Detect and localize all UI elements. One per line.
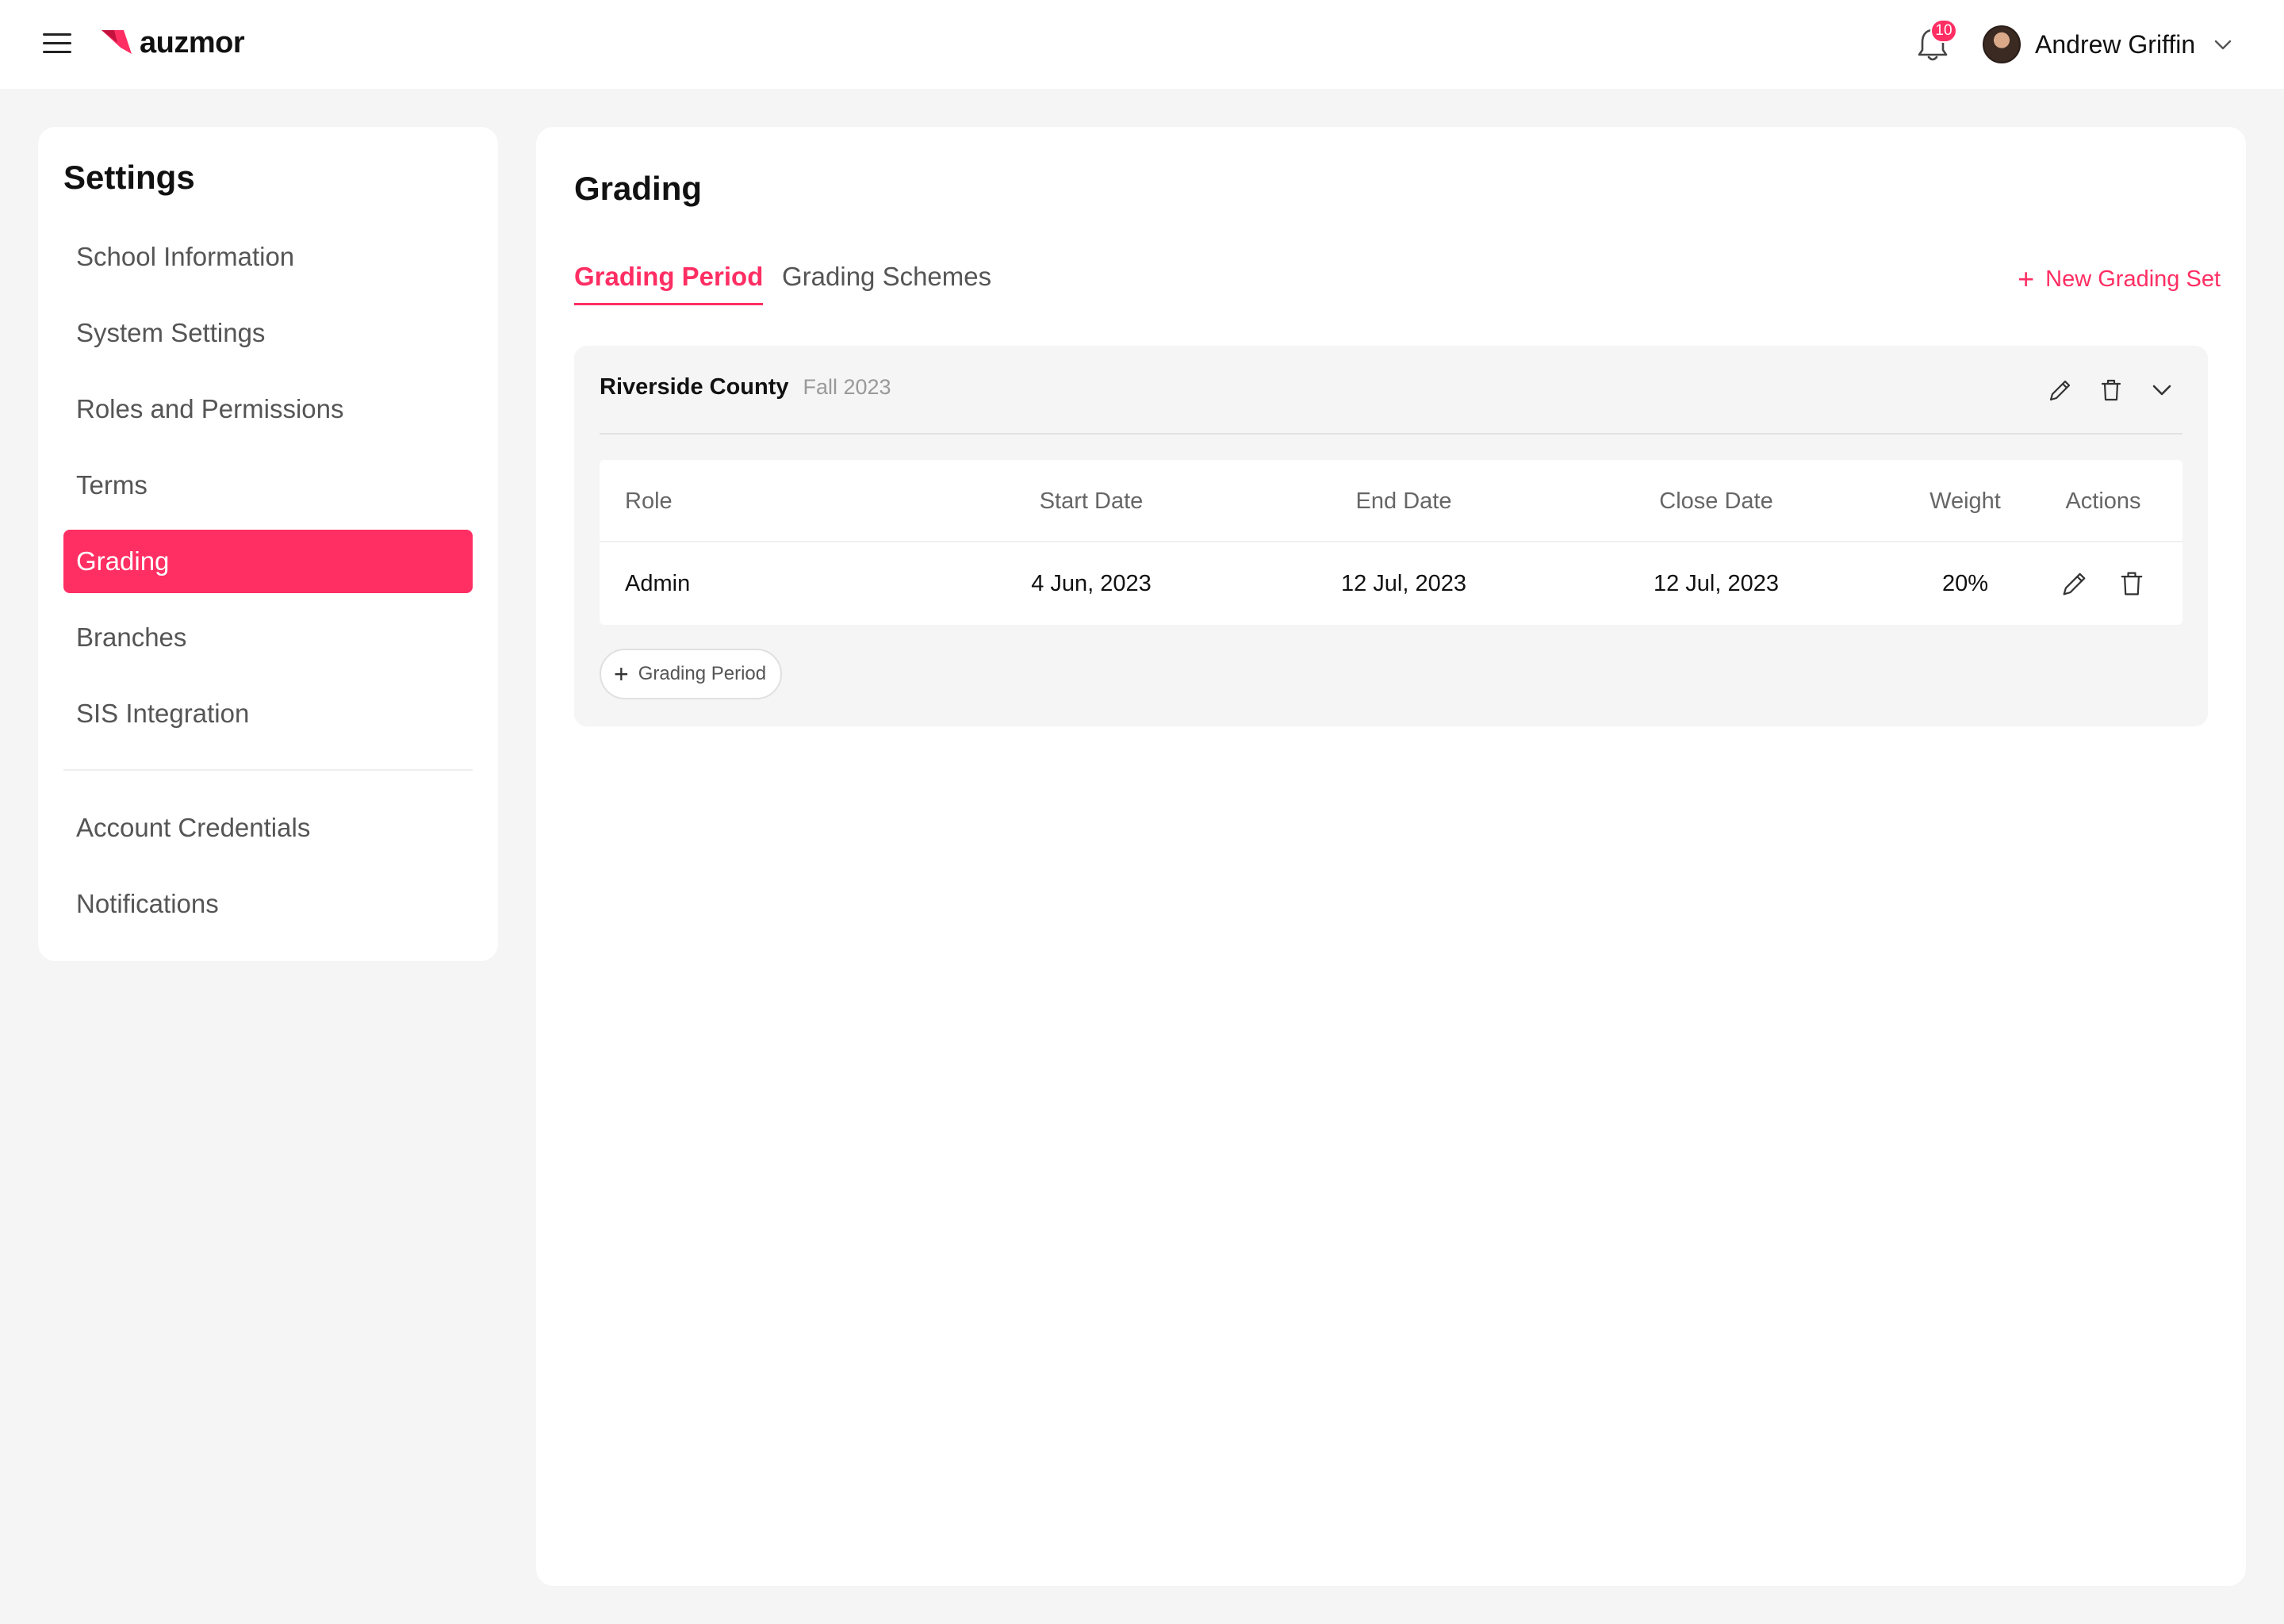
cell-end-date: 12 Jul, 2023: [1340, 570, 1466, 596]
new-grading-set-label: New Grading Set: [2045, 266, 2221, 292]
cell-weight: 20%: [1941, 570, 1989, 596]
sidebar-divider: [63, 769, 473, 771]
settings-sidebar: Settings School Information System Setti…: [38, 127, 498, 961]
sidebar-item-notifications[interactable]: Notifications: [63, 872, 473, 936]
grading-set-header: Riverside County Fall 2023: [600, 374, 891, 400]
new-grading-set-button[interactable]: + New Grading Set: [2018, 265, 2221, 293]
trash-icon[interactable]: [2116, 568, 2148, 599]
grading-period-table: Role Start Date End Date Close Date Weig…: [600, 460, 2182, 625]
top-bar: auzmor 10 Andrew Griffin: [0, 0, 2284, 89]
column-header-actions: Actions: [2065, 488, 2141, 514]
trash-icon[interactable]: [2097, 376, 2125, 404]
edit-icon[interactable]: [2059, 568, 2090, 599]
sidebar-item-grading[interactable]: Grading: [63, 530, 473, 593]
sidebar-item-branches[interactable]: Branches: [63, 606, 473, 669]
logo[interactable]: auzmor: [100, 24, 245, 62]
column-header-end-date: End Date: [1355, 488, 1452, 514]
card-divider: [600, 433, 2182, 435]
grading-set-actions: [2024, 376, 2176, 404]
chevron-down-icon: [2214, 40, 2232, 50]
tab-grading-schemes[interactable]: Grading Schemes: [782, 262, 991, 303]
sidebar-item-account-credentials[interactable]: Account Credentials: [63, 796, 473, 860]
cell-start-date: 4 Jun, 2023: [1031, 570, 1152, 596]
edit-icon[interactable]: [2046, 376, 2075, 404]
grading-panel: Grading Grading Period Grading Schemes +…: [536, 127, 2246, 1586]
sidebar-item-terms[interactable]: Terms: [63, 454, 473, 517]
grading-set-term: Fall 2023: [803, 375, 891, 399]
menu-icon[interactable]: [43, 32, 71, 56]
notification-badge: 10: [1930, 19, 1957, 43]
user-menu[interactable]: Andrew Griffin: [1983, 24, 2233, 65]
cell-role: Admin: [625, 570, 691, 596]
brand-name: auzmor: [140, 25, 245, 59]
grading-set-card: Riverside County Fall 2023 Role Start Da…: [574, 346, 2208, 726]
table-row: Admin 4 Jun, 2023 12 Jul, 2023 12 Jul, 2…: [600, 542, 2182, 625]
column-header-role: Role: [625, 488, 673, 514]
add-grading-period-button[interactable]: + Grading Period: [600, 649, 783, 699]
plus-icon: +: [614, 660, 629, 688]
add-grading-period-label: Grading Period: [638, 663, 767, 684]
user-name: Andrew Griffin: [2035, 29, 2196, 59]
cell-close-date: 12 Jul, 2023: [1653, 570, 1779, 596]
column-header-start-date: Start Date: [1039, 488, 1144, 514]
column-header-weight: Weight: [1930, 488, 2001, 514]
sidebar-item-system-settings[interactable]: System Settings: [63, 301, 473, 365]
sidebar-item-roles-and-permissions[interactable]: Roles and Permissions: [63, 377, 473, 441]
page-title: Grading: [574, 170, 703, 207]
sidebar-item-school-information[interactable]: School Information: [63, 225, 473, 289]
row-actions: [2046, 542, 2160, 625]
plus-icon: +: [2018, 262, 2035, 295]
sidebar-item-sis-integration[interactable]: SIS Integration: [63, 682, 473, 745]
logo-mark-icon: [102, 30, 132, 54]
sidebar-title: Settings: [63, 159, 195, 196]
avatar: [1983, 25, 2021, 63]
table-header-row: Role Start Date End Date Close Date Weig…: [600, 460, 2182, 542]
grading-set-name: Riverside County: [600, 374, 789, 400]
chevron-down-icon[interactable]: [2148, 376, 2176, 404]
tab-grading-period[interactable]: Grading Period: [574, 262, 764, 305]
column-header-close-date: Close Date: [1659, 488, 1773, 514]
